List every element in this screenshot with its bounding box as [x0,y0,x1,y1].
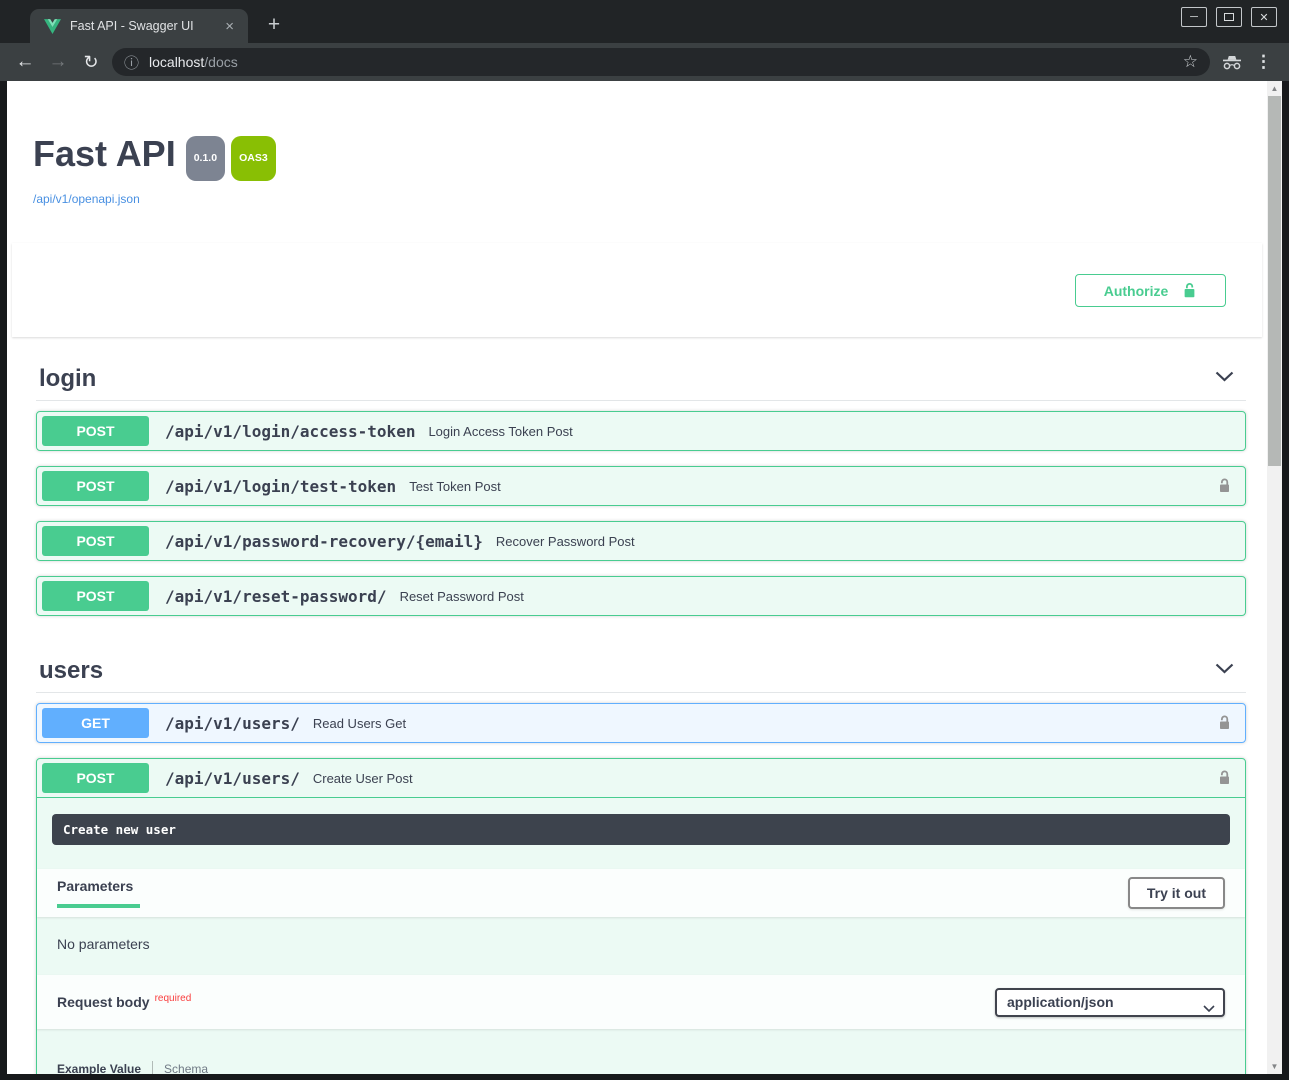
maximize-button[interactable] [1216,7,1242,27]
tag-title: login [39,364,96,393]
back-icon[interactable]: ← [11,43,39,81]
operation-summary: Read Users Get [313,716,406,731]
operation-row[interactable]: GET /api/v1/users/ Read Users Get [36,703,1246,743]
maximize-icon [1224,13,1234,21]
page-content: Fast API 0.1.0OAS3 /api/v1/openapi.json A… [7,81,1267,1074]
scroll-up-icon[interactable]: ▲ [1267,81,1282,96]
page-scrollbar[interactable]: ▲ ▼ [1267,81,1282,1074]
operation-row[interactable]: POST /api/v1/reset-password/ Reset Passw… [36,576,1246,616]
operation-summary-bar[interactable]: POST /api/v1/login/test-token Test Token… [37,467,1245,505]
try-it-out-button[interactable]: Try it out [1128,877,1225,909]
operation-path: /api/v1/password-recovery/{email} [165,532,483,551]
site-logo-icon [44,19,61,34]
tag-title: users [39,656,103,685]
auth-lock-icon[interactable] [1217,769,1232,787]
parameters-tab: Parameters [57,878,140,908]
operation-path: /api/v1/login/access-token [165,422,415,441]
required-label: required [155,993,192,1004]
parameters-header: Parameters Try it out [37,869,1245,917]
operation-row[interactable]: POST /api/v1/password-recovery/{email} R… [36,521,1246,561]
api-info: Fast API 0.1.0OAS3 /api/v1/openapi.json [7,81,1267,208]
operation-summary-bar[interactable]: POST /api/v1/reset-password/ Reset Passw… [37,577,1245,615]
unlock-icon [1182,282,1197,299]
operation-path: /api/v1/reset-password/ [165,587,387,606]
operations-list: POST /api/v1/login/access-token Login Ac… [36,401,1246,616]
tag-section-users: users GET /api/v1/users/ Read Users Get [36,631,1246,1074]
url-host: localhost [149,54,204,70]
operation-summary-bar[interactable]: POST /api/v1/login/access-token Login Ac… [37,412,1245,450]
browser-menu-icon[interactable]: ⋮ [1255,43,1272,81]
operation-row-expanded[interactable]: POST /api/v1/users/ Create User Post Cre… [36,758,1246,1074]
browser-window: Fast API - Swagger UI × + ─ ✕ ← → ↻ ⓘ lo… [0,0,1289,1080]
tab-close-icon[interactable]: × [221,18,238,35]
chevron-down-icon[interactable] [1215,369,1234,393]
new-tab-button[interactable]: + [260,11,288,39]
minimize-button[interactable]: ─ [1181,7,1207,27]
method-badge: POST [42,526,149,556]
window-controls: ─ ✕ [1181,7,1277,27]
request-body-label: Request body required [57,994,191,1010]
auth-lock-icon[interactable] [1217,477,1232,495]
operation-body: Create new user Parameters Try it out No… [37,814,1245,1074]
tag-section-login: login POST /api/v1/login/access-token Lo… [36,337,1246,616]
authorize-button[interactable]: Authorize [1075,274,1226,307]
operations-list: GET /api/v1/users/ Read Users Get POST /… [36,693,1246,1074]
request-body-text: Request body [57,994,150,1010]
tab-divider [152,1061,153,1074]
operation-path: /api/v1/login/test-token [165,477,396,496]
method-badge: POST [42,471,149,501]
reload-icon[interactable]: ↻ [77,43,105,81]
tag-header-users[interactable]: users [36,631,1246,693]
version-badge: 0.1.0 [186,136,225,181]
operation-path: /api/v1/users/ [165,769,300,788]
content-type-select-wrap: application/json [995,988,1225,1017]
api-title-text: Fast API [33,133,176,174]
page-title: Fast API 0.1.0OAS3 [33,134,1267,179]
method-badge: POST [42,581,149,611]
tab-example-value[interactable]: Example Value [57,1062,141,1075]
close-button[interactable]: ✕ [1251,7,1277,27]
site-info-icon[interactable]: ⓘ [124,52,139,73]
forward-icon[interactable]: → [44,43,72,81]
operation-row[interactable]: POST /api/v1/login/test-token Test Token… [36,466,1246,506]
method-badge: GET [42,708,149,738]
chevron-down-icon[interactable] [1215,661,1234,685]
no-parameters-text: No parameters [37,917,1245,975]
authorize-label: Authorize [1104,283,1169,299]
tab-bar: Fast API - Swagger UI × + ─ ✕ [0,0,1289,43]
url-path: /docs [204,54,237,70]
operation-summary: Login Access Token Post [428,424,572,439]
openapi-spec-link[interactable]: /api/v1/openapi.json [33,192,140,206]
scrollbar-thumb[interactable] [1268,96,1281,466]
auth-lock-icon[interactable] [1217,714,1232,732]
tab-schema[interactable]: Schema [164,1062,208,1075]
scroll-down-icon[interactable]: ▼ [1267,1059,1282,1074]
scheme-container: Authorize [12,243,1262,337]
browser-tab[interactable]: Fast API - Swagger UI × [30,9,248,43]
request-body-header: Request body required application/json [37,975,1245,1029]
method-badge: POST [42,416,149,446]
operation-row[interactable]: POST /api/v1/login/access-token Login Ac… [36,411,1246,451]
url-bar[interactable]: ⓘ localhost /docs ☆ [112,48,1210,76]
incognito-icon [1221,55,1243,75]
method-badge: POST [42,763,149,793]
oas3-badge: OAS3 [231,136,276,181]
operation-path: /api/v1/users/ [165,714,300,733]
operation-summary-bar[interactable]: POST /api/v1/password-recovery/{email} R… [37,522,1245,560]
operation-summary: Reset Password Post [400,589,524,604]
model-tabs: Example Value Schema [57,1061,1225,1074]
operation-description: Create new user [52,814,1230,845]
operation-summary-bar[interactable]: POST /api/v1/users/ Create User Post [37,759,1245,798]
operation-summary: Create User Post [313,771,413,786]
tab-title: Fast API - Swagger UI [70,19,221,33]
example-section: Example Value Schema { [37,1029,1245,1074]
tag-header-login[interactable]: login [36,337,1246,401]
operation-summary-bar[interactable]: GET /api/v1/users/ Read Users Get [37,704,1245,742]
browser-toolbar: ← → ↻ ⓘ localhost /docs ☆ ⋮ [0,43,1289,81]
content-type-select[interactable]: application/json [995,988,1225,1017]
bookmark-star-icon[interactable]: ☆ [1183,52,1198,72]
operation-summary: Recover Password Post [496,534,635,549]
operation-summary: Test Token Post [409,479,501,494]
